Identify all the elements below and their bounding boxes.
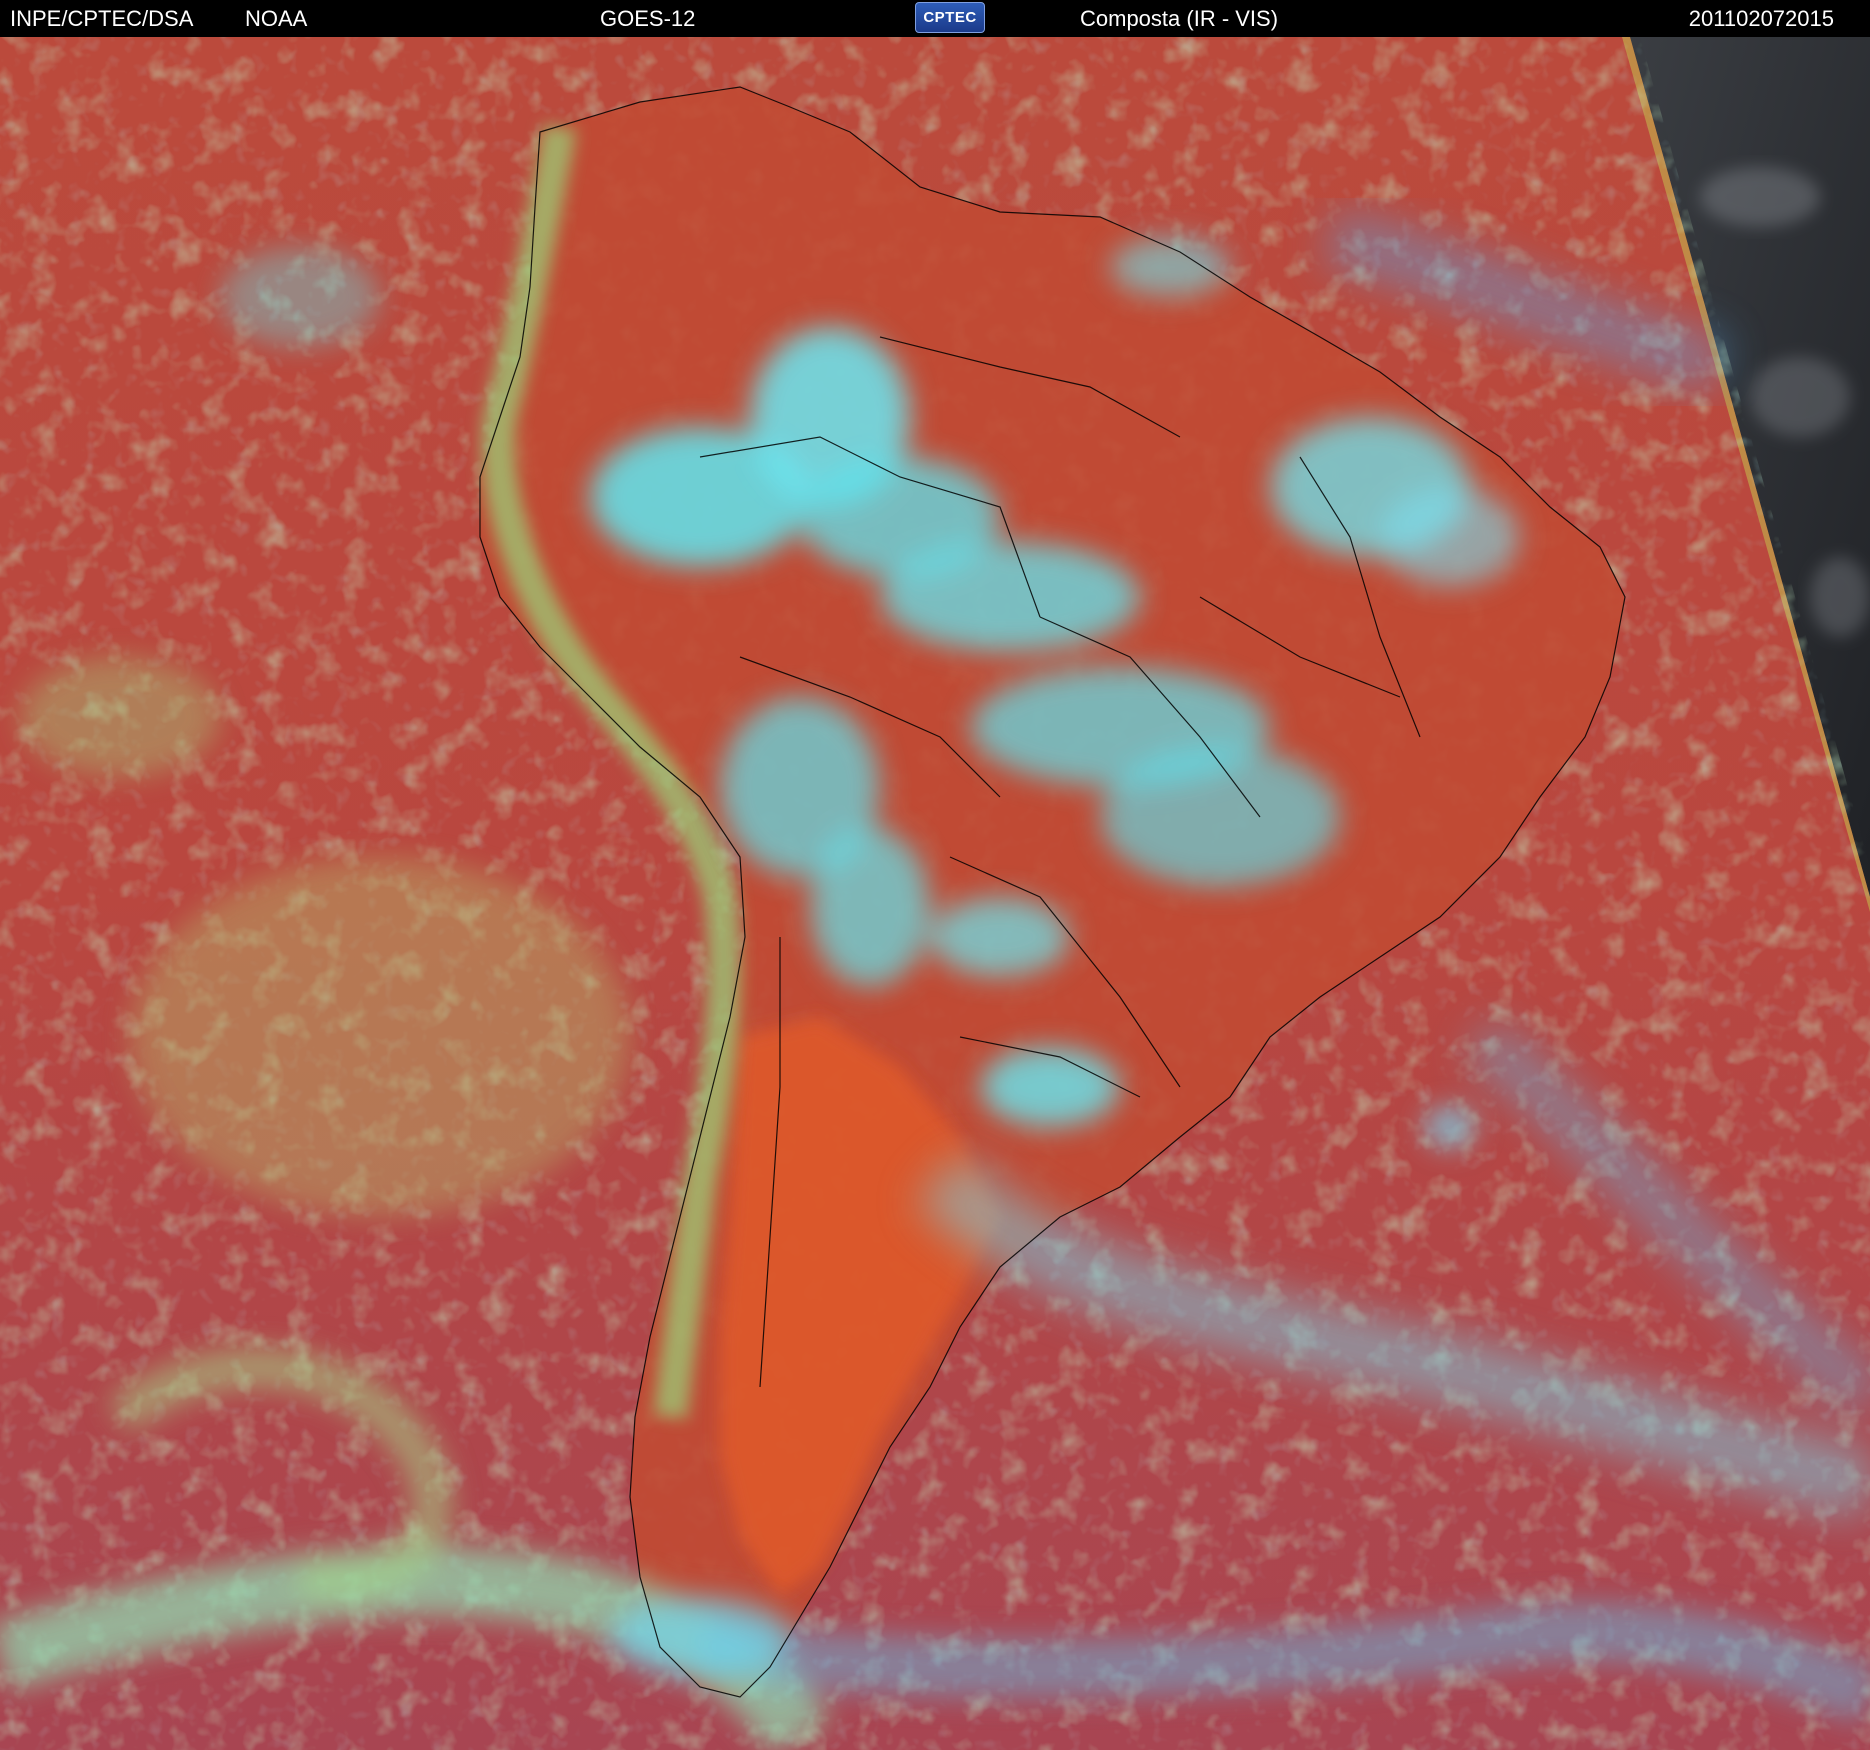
image-header-bar: INPE/CPTEC/DSA NOAA GOES-12 CPTEC Compos… — [0, 0, 1870, 37]
satellite-image-frame: INPE/CPTEC/DSA NOAA GOES-12 CPTEC Compos… — [0, 0, 1870, 1750]
product-label: Composta (IR - VIS) — [1080, 6, 1279, 31]
satellite-label: GOES-12 — [600, 6, 696, 31]
composite-image-svg — [0, 37, 1870, 1750]
partner-label: NOAA — [245, 6, 308, 31]
cptec-logo-text: CPTEC — [923, 9, 977, 26]
timestamp-label: 201102072015 — [1688, 6, 1834, 31]
agency-label: INPE/CPTEC/DSA — [10, 6, 194, 31]
cptec-logo: CPTEC — [915, 2, 985, 33]
satellite-composite-image — [0, 37, 1870, 1750]
